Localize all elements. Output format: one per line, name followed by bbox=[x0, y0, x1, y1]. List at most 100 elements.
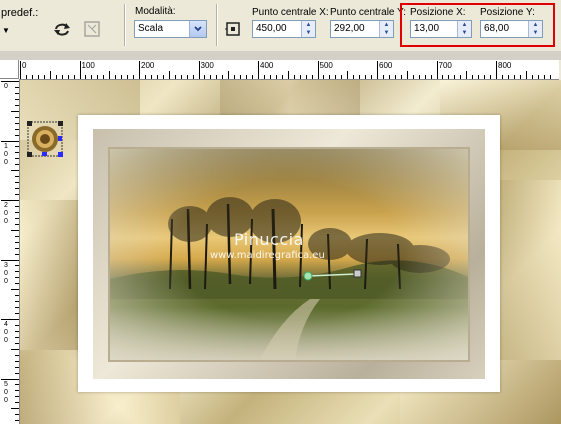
tool-options-bar: predef.: ▼ Modalità: Scala Punto central… bbox=[0, 0, 561, 52]
selected-layer-object[interactable] bbox=[27, 120, 63, 158]
watermark-url: www.maidiregrafica.eu bbox=[210, 250, 325, 261]
ruler-minor-tick bbox=[15, 176, 19, 178]
ruler-minor-tick bbox=[412, 75, 414, 79]
ruler-minor-tick bbox=[15, 283, 19, 285]
ruler-minor-tick bbox=[156, 75, 158, 79]
ruler-minor-tick bbox=[11, 348, 19, 350]
ruler-minor-tick bbox=[11, 170, 19, 172]
ruler-minor-tick bbox=[347, 71, 349, 79]
ruler-minor-tick bbox=[484, 75, 486, 79]
preset-dropdown-arrow-icon[interactable]: ▼ bbox=[2, 26, 10, 35]
ruler-minor-tick bbox=[15, 134, 19, 136]
ruler-minor-tick bbox=[115, 75, 117, 79]
ruler-label: 600 bbox=[379, 61, 393, 70]
ruler-minor-tick bbox=[91, 75, 93, 79]
ruler-label: 400 bbox=[260, 61, 274, 70]
ruler-label: 4 0 0 bbox=[4, 321, 8, 344]
ruler-minor-tick bbox=[240, 75, 242, 79]
ruler-label: 3 0 0 bbox=[4, 261, 8, 285]
ruler-label: 5 0 0 bbox=[4, 380, 8, 404]
ruler-minor-tick bbox=[186, 75, 188, 79]
ruler-minor-tick bbox=[460, 75, 462, 79]
ruler-minor-tick bbox=[293, 75, 295, 79]
ruler-minor-tick bbox=[15, 271, 19, 273]
ruler-minor-tick bbox=[174, 75, 176, 79]
ruler-minor-tick bbox=[192, 75, 194, 79]
ruler-minor-tick bbox=[222, 75, 224, 79]
ruler-major-tick bbox=[1, 200, 19, 201]
ruler-minor-tick bbox=[234, 75, 236, 79]
preset-label: predef.: bbox=[1, 7, 39, 19]
ruler-major-tick bbox=[198, 61, 200, 79]
ruler-minor-tick bbox=[281, 75, 283, 79]
ruler-minor-tick bbox=[341, 75, 343, 79]
mode-value: Scala bbox=[138, 23, 164, 34]
ruler-minor-tick bbox=[525, 71, 527, 79]
ruler-minor-tick bbox=[252, 75, 254, 79]
ruler-minor-tick bbox=[85, 75, 87, 79]
ruler-minor-tick bbox=[400, 75, 402, 79]
ruler-minor-tick bbox=[549, 75, 551, 79]
ruler-minor-tick bbox=[501, 75, 503, 79]
ruler-major-tick bbox=[1, 140, 19, 142]
ruler-major-tick bbox=[139, 61, 140, 79]
mode-select[interactable]: Scala bbox=[134, 20, 207, 38]
ruler-minor-tick bbox=[15, 92, 19, 94]
ruler-minor-tick bbox=[287, 71, 289, 79]
ruler-minor-tick bbox=[466, 71, 468, 79]
ruler-minor-tick bbox=[275, 75, 277, 79]
ruler-major-tick bbox=[436, 61, 438, 79]
ruler-minor-tick bbox=[180, 75, 182, 79]
ruler-minor-tick bbox=[365, 75, 367, 79]
landscape-photo: Pinuccia www.maidiregrafica.eu bbox=[110, 149, 468, 360]
ruler-minor-tick bbox=[311, 75, 313, 79]
ruler-minor-tick bbox=[15, 396, 19, 398]
rotate-arrow-icon bbox=[54, 23, 70, 36]
reset-transform-button[interactable] bbox=[51, 18, 73, 40]
ruler-minor-tick bbox=[127, 75, 129, 79]
ruler-minor-tick bbox=[263, 75, 265, 79]
center-y-field[interactable]: 292,00 ▲ ▼ bbox=[330, 20, 394, 38]
spinner-arrows-icon[interactable]: ▲ ▼ bbox=[301, 21, 315, 37]
ruler-minor-tick bbox=[121, 75, 123, 79]
ruler-minor-tick bbox=[11, 408, 19, 410]
ruler-major-tick bbox=[1, 378, 19, 380]
ruler-minor-tick bbox=[15, 104, 19, 106]
ruler-minor-tick bbox=[11, 289, 19, 291]
rotation-handle[interactable] bbox=[302, 267, 372, 287]
ruler-minor-tick bbox=[15, 241, 19, 243]
ruler-minor-tick bbox=[15, 354, 19, 356]
ruler-minor-tick bbox=[15, 307, 19, 309]
ruler-minor-tick bbox=[15, 336, 19, 338]
center-x-field[interactable]: 450,00 ▲ ▼ bbox=[252, 20, 316, 38]
ruler-minor-tick bbox=[371, 75, 373, 79]
ruler-minor-tick bbox=[15, 98, 19, 100]
ruler-minor-tick bbox=[15, 247, 19, 249]
ruler-minor-tick bbox=[15, 116, 19, 118]
ruler-minor-tick bbox=[305, 75, 307, 79]
ruler-label: 2 0 0 bbox=[4, 202, 8, 225]
ruler-minor-tick bbox=[11, 229, 19, 231]
transform-options-button[interactable] bbox=[81, 18, 103, 40]
transform-box-icon bbox=[84, 21, 100, 37]
ruler-minor-tick bbox=[15, 295, 19, 297]
ruler-corner bbox=[0, 60, 19, 79]
ruler-label: 0 bbox=[4, 83, 8, 90]
ruler-minor-tick bbox=[15, 152, 19, 154]
spinner-arrows-icon[interactable]: ▲ ▼ bbox=[379, 21, 393, 37]
ruler-minor-tick bbox=[424, 75, 426, 79]
ruler-minor-tick bbox=[228, 71, 230, 79]
toolbar-separator bbox=[216, 4, 217, 46]
center-x-label: Punto centrale X: bbox=[252, 7, 329, 18]
workspace-border bbox=[0, 51, 561, 60]
ruler-minor-tick bbox=[15, 277, 19, 279]
mode-label: Modalità: bbox=[135, 6, 176, 17]
ruler-minor-tick bbox=[478, 75, 480, 79]
center-point-button[interactable] bbox=[222, 18, 244, 40]
ruler-minor-tick bbox=[15, 194, 19, 196]
image-canvas[interactable]: Pinuccia www.maidiregrafica.eu bbox=[20, 80, 561, 424]
ruler-minor-tick bbox=[448, 75, 450, 79]
ruler-major-tick bbox=[1, 259, 19, 261]
ruler-minor-tick bbox=[246, 75, 248, 79]
ruler-minor-tick bbox=[150, 75, 152, 79]
